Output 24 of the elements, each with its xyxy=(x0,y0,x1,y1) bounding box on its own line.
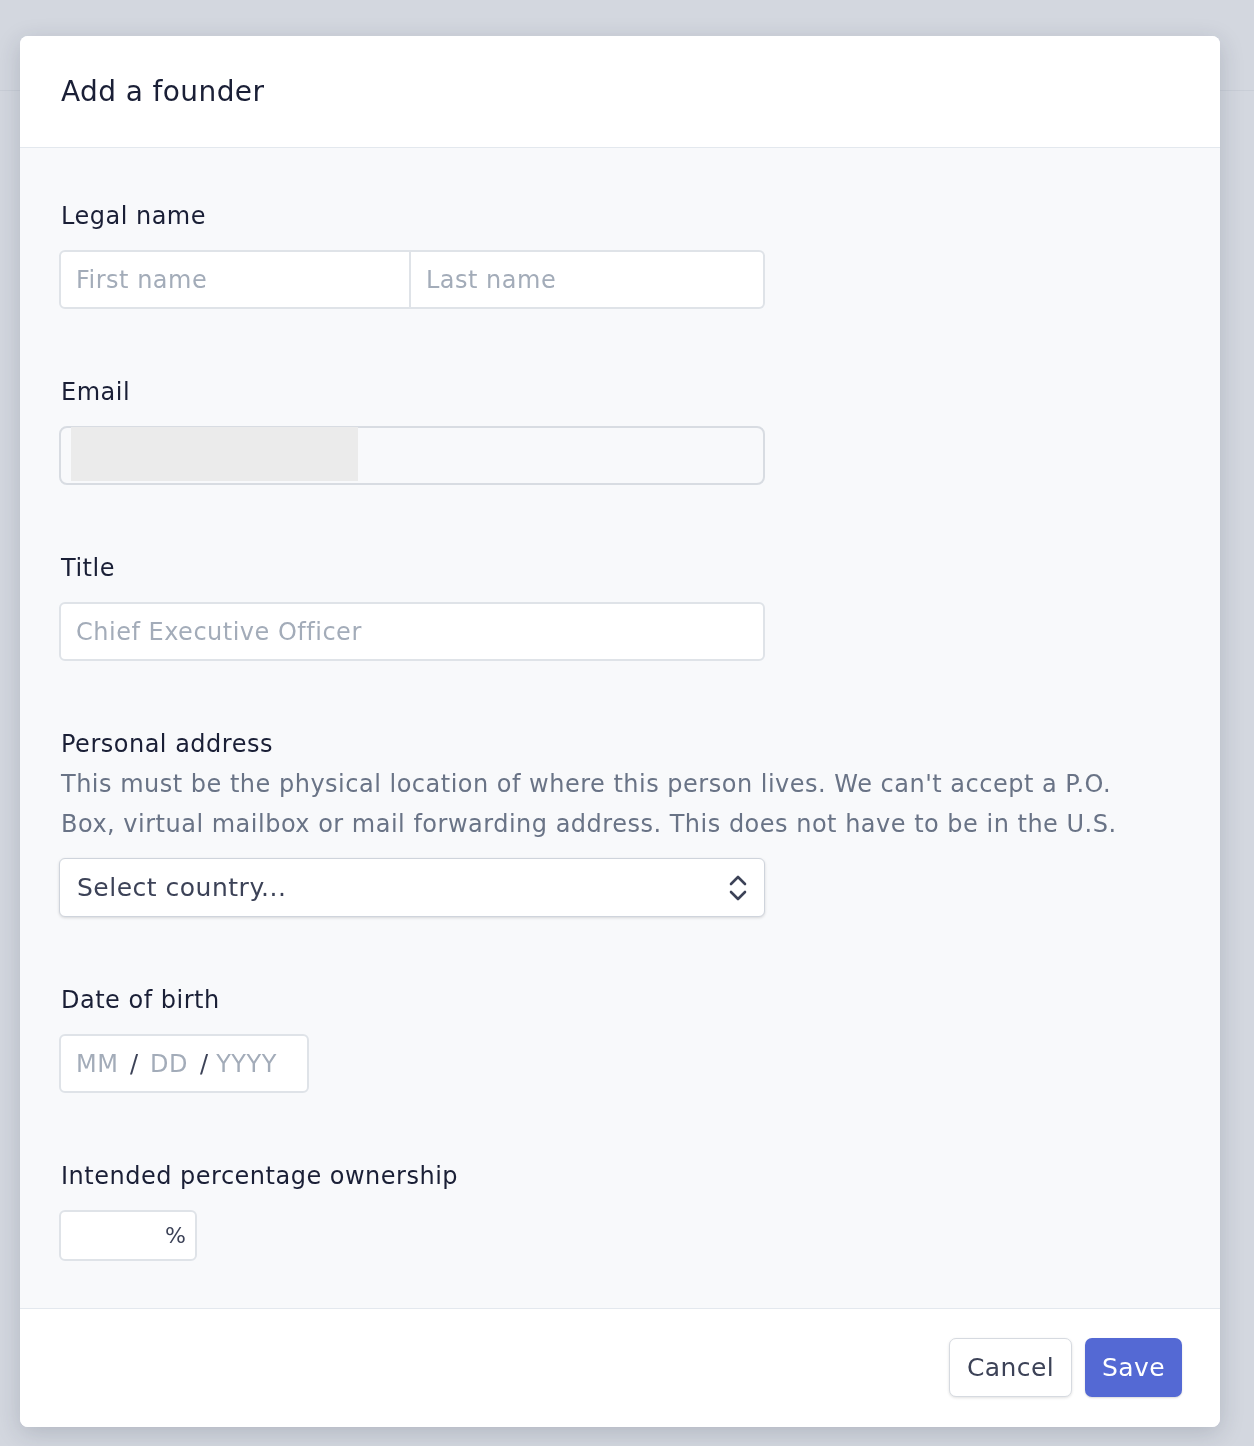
percentage-field[interactable]: % xyxy=(59,1210,197,1261)
country-select[interactable]: Select country... xyxy=(59,858,765,917)
date-field[interactable]: MM / DD / YYYY xyxy=(59,1034,309,1093)
year-field[interactable]: YYYY xyxy=(216,1049,289,1078)
field-label: Email xyxy=(61,377,131,408)
save-button[interactable]: Save xyxy=(1085,1338,1182,1397)
title-field[interactable]: Chief Executive Officer xyxy=(59,602,765,661)
email-field[interactable] xyxy=(59,426,765,485)
field-label: Title xyxy=(61,553,115,584)
field-label: Personal address xyxy=(61,729,273,760)
cancel-button[interactable]: Cancel xyxy=(948,1338,1073,1397)
last-name-field[interactable]: Last name xyxy=(411,250,765,309)
percent-suffix: % xyxy=(165,1223,186,1248)
dialog-title: Add a founder xyxy=(61,73,265,110)
date-separator: / xyxy=(200,1049,209,1078)
field-label: Intended percentage ownership xyxy=(61,1161,459,1192)
day-field[interactable]: DD xyxy=(150,1049,191,1078)
field-label: Legal name xyxy=(61,201,206,232)
help-text: This must be the physical location of where this person lives. We can't accept a P.O. Box, virtual mailbox or mail forwarding address. This does not have to be in the U.S. xyxy=(61,769,1118,840)
month-field[interactable]: MM xyxy=(76,1049,124,1078)
date-separator: / xyxy=(130,1049,139,1078)
chevron-up-down-icon xyxy=(729,874,747,901)
first-name-field[interactable]: First name xyxy=(59,250,411,309)
field-label: Date of birth xyxy=(61,985,220,1016)
